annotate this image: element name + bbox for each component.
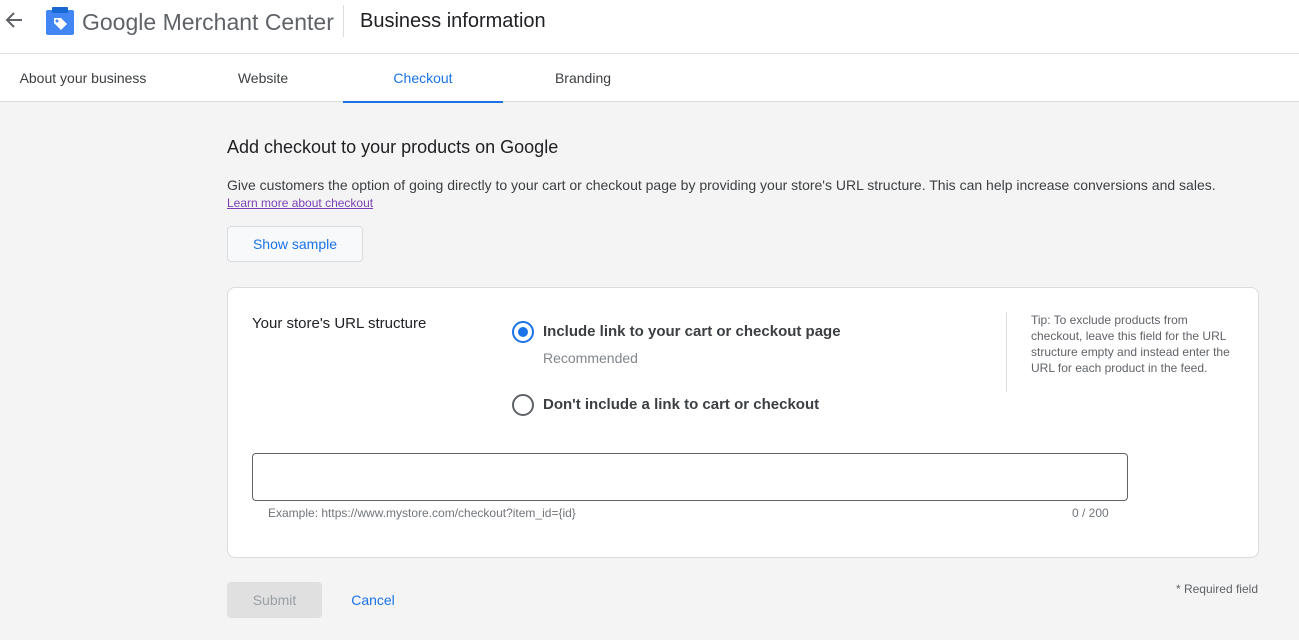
learn-more-link[interactable]: Learn more about checkout xyxy=(227,195,373,211)
character-counter: 0 / 200 xyxy=(1072,506,1109,520)
radio-checked-icon[interactable] xyxy=(512,321,534,343)
radio-no-link-label[interactable]: Don't include a link to cart or checkout xyxy=(543,396,819,413)
brand-name[interactable]: Google Merchant Center xyxy=(82,7,334,37)
arrow-left-icon[interactable] xyxy=(4,8,26,32)
url-example-hint: Example: https://www.mystore.com/checkou… xyxy=(268,506,576,520)
section-heading: Add checkout to your products on Google xyxy=(227,137,559,157)
header-divider xyxy=(343,5,344,37)
tab-checkout[interactable]: Checkout xyxy=(343,54,503,103)
recommended-label: Recommended xyxy=(543,350,638,366)
tip-divider xyxy=(1006,312,1007,392)
required-field-note: * Required field xyxy=(1175,582,1258,596)
show-sample-button[interactable]: Show sample xyxy=(227,226,363,262)
url-structure-label: Your store's URL structure xyxy=(252,315,427,332)
submit-button[interactable]: Submit xyxy=(227,582,322,618)
url-structure-input[interactable] xyxy=(252,453,1128,501)
merchant-tag-icon xyxy=(46,7,74,35)
page-title: Business information xyxy=(360,10,546,32)
tab-about-your-business[interactable]: About your business xyxy=(0,54,166,102)
tab-website[interactable]: Website xyxy=(183,54,343,102)
cancel-button[interactable]: Cancel xyxy=(340,582,406,618)
radio-include-link-label[interactable]: Include link to your cart or checkout pa… xyxy=(543,323,841,340)
tab-bar: About your business Website Checkout Bra… xyxy=(0,54,1299,103)
radio-unchecked-icon[interactable] xyxy=(512,394,534,416)
tab-branding[interactable]: Branding xyxy=(503,54,663,102)
top-bar: Google Merchant Center Business informat… xyxy=(0,0,1299,54)
tip-text: Tip: To exclude products from checkout, … xyxy=(1031,313,1230,375)
section-description: Give customers the option of going direc… xyxy=(227,177,1216,193)
url-structure-card: Your store's URL structure Include link … xyxy=(227,287,1259,558)
brand-product: Merchant Center xyxy=(162,9,334,35)
brand-google: Google xyxy=(82,9,157,35)
